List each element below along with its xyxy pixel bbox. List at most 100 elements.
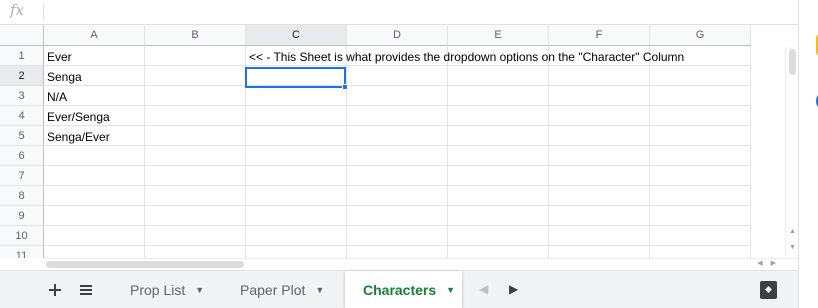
cell-f10[interactable] (549, 226, 650, 246)
cell-c11[interactable] (246, 246, 347, 258)
cell-e11[interactable] (448, 246, 549, 258)
cell-b2[interactable] (145, 66, 246, 86)
cell-f9[interactable] (549, 206, 650, 226)
cell-g8[interactable] (650, 186, 751, 206)
cell-d11[interactable] (347, 246, 448, 258)
tab-paper-plot[interactable]: Paper Plot ▼ (222, 271, 342, 308)
row-header-1[interactable]: 1 (0, 46, 44, 66)
cell-g9[interactable] (650, 206, 751, 226)
tab-prop-list[interactable]: Prop List ▼ (112, 271, 222, 308)
cell-g3[interactable] (650, 86, 751, 106)
cell-b3[interactable] (145, 86, 246, 106)
cell-f6[interactable] (549, 146, 650, 166)
cell-g5[interactable] (650, 126, 751, 146)
row-header-6[interactable]: 6 (0, 146, 44, 166)
cell-b7[interactable] (145, 166, 246, 186)
cell-a3[interactable]: N/A (44, 86, 145, 106)
cell-a5[interactable]: Senga/Ever (44, 126, 145, 146)
cell-b8[interactable] (145, 186, 246, 206)
column-header-a[interactable]: A (44, 25, 145, 46)
cell-g11[interactable] (650, 246, 751, 258)
cell-d5[interactable] (347, 126, 448, 146)
column-header-f[interactable]: F (549, 25, 650, 46)
row-header-8[interactable]: 8 (0, 186, 44, 206)
cell-f4[interactable] (549, 106, 650, 126)
chevron-left-icon[interactable]: ◀ (479, 282, 488, 296)
row-header-2[interactable]: 2 (0, 66, 44, 86)
cell-f7[interactable] (549, 166, 650, 186)
cell-a8[interactable] (44, 186, 145, 206)
cell-c5[interactable] (246, 126, 347, 146)
cell-a1[interactable]: Ever (44, 46, 145, 66)
cell-b10[interactable] (145, 226, 246, 246)
cell-f2[interactable] (549, 66, 650, 86)
cell-d4[interactable] (347, 106, 448, 126)
fill-handle[interactable] (342, 84, 348, 90)
cell-a2[interactable]: Senga (44, 66, 145, 86)
cell-a9[interactable] (44, 206, 145, 226)
vertical-scrollbar[interactable]: ▲ ▼ (785, 46, 798, 258)
chevron-right-icon[interactable]: ▶ (509, 282, 518, 296)
formula-bar[interactable]: fx (0, 0, 798, 25)
cell-a10[interactable] (44, 226, 145, 246)
cell-b6[interactable] (145, 146, 246, 166)
cell-b11[interactable] (145, 246, 246, 258)
horizontal-scrollbar[interactable]: ◀ ▶ (44, 258, 798, 270)
cell-area[interactable]: Ever << - This Sheet is what provides th… (44, 46, 751, 258)
cell-e5[interactable] (448, 126, 549, 146)
cell-c10[interactable] (246, 226, 347, 246)
scroll-up-icon[interactable]: ▲ (789, 228, 796, 235)
cell-g6[interactable] (650, 146, 751, 166)
tab-characters[interactable]: Characters ▼ (345, 271, 462, 308)
all-sheets-button[interactable] (76, 271, 96, 308)
cell-a7[interactable] (44, 166, 145, 186)
cell-d8[interactable] (347, 186, 448, 206)
column-header-c[interactable]: C (246, 25, 347, 46)
column-header-b[interactable]: B (145, 25, 246, 46)
scroll-left-icon[interactable]: ◀ (757, 259, 762, 267)
row-header-10[interactable]: 10 (0, 226, 44, 246)
cell-a11[interactable] (44, 246, 145, 258)
column-header-d[interactable]: D (347, 25, 448, 46)
sheet-grid[interactable]: A B C D E F G 1 2 3 4 5 6 7 8 9 10 11 Ev… (0, 25, 798, 258)
column-header-g[interactable]: G (650, 25, 751, 46)
active-cell-selection[interactable] (245, 67, 348, 90)
cell-c4[interactable] (246, 106, 347, 126)
cell-d3[interactable] (347, 86, 448, 106)
row-header-9[interactable]: 9 (0, 206, 44, 226)
cell-c7[interactable] (246, 166, 347, 186)
cell-e8[interactable] (448, 186, 549, 206)
cell-g2[interactable] (650, 66, 751, 86)
cell-a4[interactable]: Ever/Senga (44, 106, 145, 126)
cell-d6[interactable] (347, 146, 448, 166)
cell-f11[interactable] (549, 246, 650, 258)
cell-e7[interactable] (448, 166, 549, 186)
cell-f3[interactable] (549, 86, 650, 106)
cell-e10[interactable] (448, 226, 549, 246)
cell-d7[interactable] (347, 166, 448, 186)
cell-c8[interactable] (246, 186, 347, 206)
row-header-3[interactable]: 3 (0, 86, 44, 106)
scroll-down-icon[interactable]: ▼ (789, 244, 796, 251)
cell-g10[interactable] (650, 226, 751, 246)
cell-f8[interactable] (549, 186, 650, 206)
horizontal-scroll-thumb[interactable] (46, 261, 244, 268)
cell-b5[interactable] (145, 126, 246, 146)
column-header-e[interactable]: E (448, 25, 549, 46)
row-header-4[interactable]: 4 (0, 106, 44, 126)
cell-c6[interactable] (246, 146, 347, 166)
cell-d2[interactable] (347, 66, 448, 86)
cell-c9[interactable] (246, 206, 347, 226)
add-sheet-button[interactable] (44, 271, 66, 308)
cell-b1[interactable] (145, 46, 246, 66)
cell-c3[interactable] (246, 86, 347, 106)
select-all-corner[interactable] (0, 25, 44, 46)
scroll-right-icon[interactable]: ▶ (771, 259, 776, 267)
row-header-11[interactable]: 11 (0, 246, 44, 258)
cell-c1[interactable]: << - This Sheet is what provides the dro… (246, 46, 684, 66)
cell-d9[interactable] (347, 206, 448, 226)
cell-e4[interactable] (448, 106, 549, 126)
row-header-7[interactable]: 7 (0, 166, 44, 186)
cell-a6[interactable] (44, 146, 145, 166)
cell-b4[interactable] (145, 106, 246, 126)
